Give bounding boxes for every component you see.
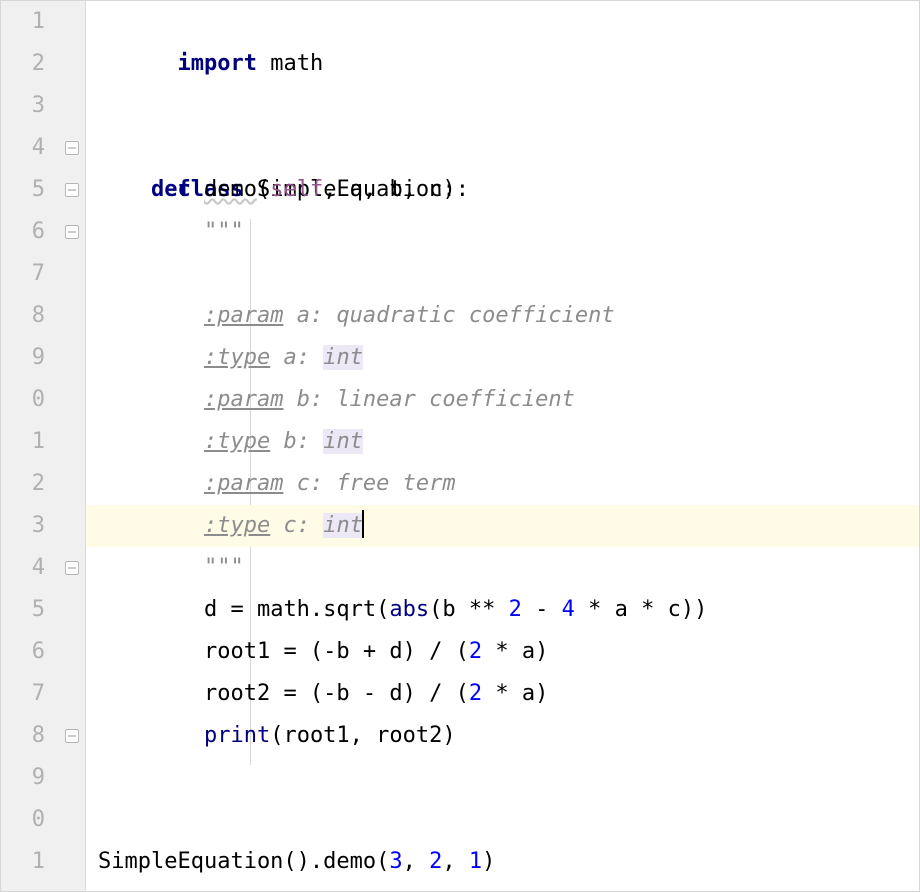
code-area[interactable]: import math class SimpleEquation: def de…	[86, 1, 919, 891]
line-number: 8	[1, 295, 45, 337]
code-line[interactable]: class SimpleEquation:	[86, 127, 919, 169]
fold-toggle-icon[interactable]	[65, 729, 79, 743]
code-line[interactable]: SimpleEquation().demo(3, 2, 1)	[86, 841, 919, 883]
docstring-close: """	[204, 555, 244, 580]
builtin-abs: abs	[389, 597, 429, 622]
number-2: 2	[469, 681, 482, 706]
text-caret	[362, 510, 364, 538]
line-number: 0	[1, 379, 45, 421]
line-number: 6	[1, 631, 45, 673]
code-line[interactable]: """	[86, 547, 919, 589]
doc-b-type-lbl: b:	[283, 429, 310, 454]
code-line[interactable]: root2 = (-b - d) / (2 * a)	[86, 673, 919, 715]
line-number: 8	[1, 715, 45, 757]
code-line[interactable]: print(root1, root2)	[86, 715, 919, 757]
param-a: a	[350, 177, 363, 202]
doc-type-int: int	[323, 345, 363, 370]
code-line[interactable]: def demo(self, a, b, c):	[86, 169, 919, 211]
line-number: 3	[1, 85, 45, 127]
fold-toggle-icon[interactable]	[65, 183, 79, 197]
doc-b-desc: b: linear coefficient	[297, 387, 575, 412]
doc-a-type-lbl: a:	[283, 345, 310, 370]
code-line[interactable]: :type a: int	[86, 337, 919, 379]
doc-type-int: int	[323, 513, 363, 538]
doc-tag-param: :param	[204, 471, 283, 496]
code-editor[interactable]: 123456789012345678901 import math class …	[0, 0, 920, 892]
line-number: 1	[1, 1, 45, 43]
expr-root1: root1 = (-b + d) / (	[204, 639, 469, 664]
keyword-def: def	[151, 177, 191, 202]
code-line[interactable]: :param c: free term	[86, 463, 919, 505]
self-param: self	[270, 177, 323, 202]
code-line[interactable]	[86, 43, 919, 85]
doc-tag-type: :type	[204, 345, 270, 370]
doc-tag-type: :type	[204, 429, 270, 454]
line-number: 4	[1, 127, 45, 169]
line-number: 7	[1, 253, 45, 295]
line-number: 6	[1, 211, 45, 253]
doc-type-int: int	[323, 429, 363, 454]
line-number: 4	[1, 547, 45, 589]
expr-d: d = math.sqrt(	[204, 597, 389, 622]
number-1: 1	[469, 849, 482, 874]
line-number: 1	[1, 841, 45, 883]
line-number: 9	[1, 757, 45, 799]
fold-toggle-icon[interactable]	[65, 561, 79, 575]
param-b: b	[389, 177, 402, 202]
code-line[interactable]: :type b: int	[86, 421, 919, 463]
line-number: 2	[1, 463, 45, 505]
code-line[interactable]: :param b: linear coefficient	[86, 379, 919, 421]
code-line[interactable]: root1 = (-b + d) / (2 * a)	[86, 631, 919, 673]
builtin-print: print	[204, 723, 270, 748]
doc-a-desc: a: quadratic coefficient	[297, 303, 615, 328]
param-c: c	[429, 177, 442, 202]
doc-tag-type: :type	[204, 513, 270, 538]
function-name: demo	[204, 177, 257, 202]
code-line[interactable]	[86, 799, 919, 841]
fold-toggle-icon[interactable]	[65, 225, 79, 239]
code-line-current[interactable]: :type c: int	[86, 505, 919, 547]
line-number: 1	[1, 421, 45, 463]
expr-root2: root2 = (-b - d) / (	[204, 681, 469, 706]
line-number: 3	[1, 505, 45, 547]
number-2: 2	[429, 849, 442, 874]
doc-c-desc: c: free term	[297, 471, 456, 496]
line-number: 9	[1, 337, 45, 379]
doc-tag-param: :param	[204, 303, 283, 328]
code-line[interactable]: :param a: quadratic coefficient	[86, 295, 919, 337]
doc-tag-param: :param	[204, 387, 283, 412]
doc-c-type-lbl: c:	[283, 513, 310, 538]
code-line[interactable]: import math	[86, 1, 919, 43]
docstring-open: """	[204, 219, 244, 244]
number-4: 4	[562, 597, 575, 622]
code-line[interactable]: d = math.sqrt(abs(b ** 2 - 4 * a * c))	[86, 589, 919, 631]
print-args: (root1, root2)	[270, 723, 455, 748]
code-line[interactable]	[86, 253, 919, 295]
code-line[interactable]	[86, 757, 919, 799]
call-expr: SimpleEquation().demo(	[98, 849, 389, 874]
number-3: 3	[389, 849, 402, 874]
line-number: 7	[1, 673, 45, 715]
fold-toggle-icon[interactable]	[65, 141, 79, 155]
code-line[interactable]	[86, 85, 919, 127]
line-number: 0	[1, 799, 45, 841]
line-number: 5	[1, 169, 45, 211]
line-number: 5	[1, 589, 45, 631]
gutter: 123456789012345678901	[1, 1, 86, 891]
number-2: 2	[509, 597, 522, 622]
code-line[interactable]: """	[86, 211, 919, 253]
number-2: 2	[469, 639, 482, 664]
line-number: 2	[1, 43, 45, 85]
